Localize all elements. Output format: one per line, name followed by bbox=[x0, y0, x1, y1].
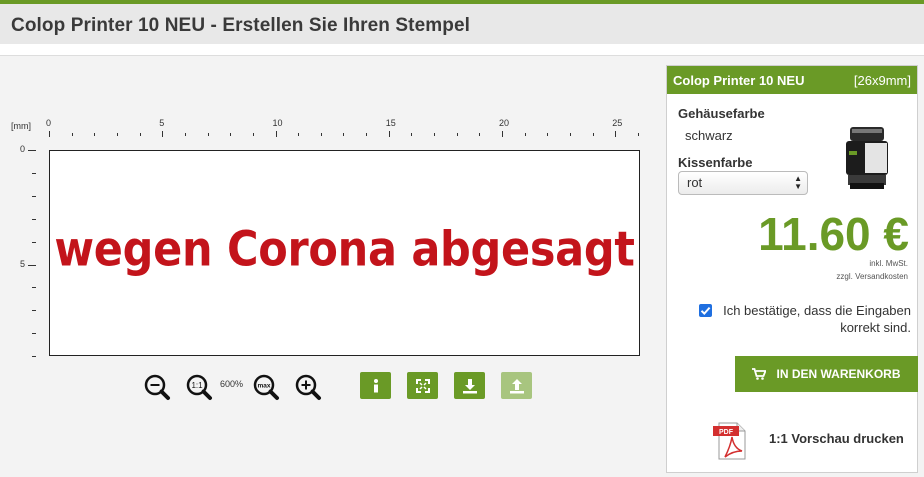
ruler-tick bbox=[275, 131, 277, 137]
ruler-tick bbox=[28, 264, 36, 266]
product-image bbox=[846, 127, 888, 189]
print-preview-link[interactable]: PDF 1:1 Vorschau drucken bbox=[713, 421, 913, 461]
info-icon bbox=[373, 378, 378, 392]
zoom-in-button[interactable] bbox=[294, 373, 322, 401]
upload-icon bbox=[509, 378, 524, 393]
ruler-tick bbox=[411, 133, 413, 136]
zoom-1-1-icon: 1:1 bbox=[186, 374, 212, 400]
ruler-tick bbox=[32, 195, 36, 197]
ruler-label: 15 bbox=[385, 118, 396, 128]
page-title: Colop Printer 10 NEU - Erstellen Sie Ihr… bbox=[11, 15, 471, 36]
ruler-tick bbox=[49, 131, 50, 137]
housing-color-value: schwarz bbox=[685, 128, 733, 143]
select-arrows-icon: ▲ ▼ bbox=[794, 174, 802, 191]
ruler-label: 5 bbox=[159, 118, 165, 128]
product-name: Colop Printer 10 NEU bbox=[673, 72, 805, 88]
ruler-tick bbox=[456, 133, 458, 136]
pad-color-selected: rot bbox=[687, 175, 703, 190]
ruler-label: 0 bbox=[46, 118, 52, 128]
ruler-tick bbox=[320, 133, 322, 136]
ruler-label: 0 bbox=[20, 144, 26, 154]
zoom-max-label: max bbox=[257, 383, 270, 390]
ruler-tick bbox=[637, 133, 639, 136]
ruler-tick bbox=[592, 133, 594, 136]
ruler-label: 10 bbox=[272, 118, 283, 128]
stamp-text-line[interactable]: wegen Corona abgesagt bbox=[50, 222, 639, 278]
pad-color-label: Kissenfarbe bbox=[678, 155, 753, 170]
page-header: Colop Printer 10 NEU - Erstellen Sie Ihr… bbox=[0, 0, 924, 44]
ruler-tick bbox=[298, 133, 300, 136]
cart-icon bbox=[752, 368, 767, 380]
zoom-in-icon bbox=[295, 374, 321, 400]
zoom-1-1-label: 1:1 bbox=[191, 381, 203, 390]
download-icon bbox=[462, 378, 477, 393]
add-to-cart-label: IN DEN WARENKORB bbox=[776, 367, 901, 381]
ruler-tick bbox=[32, 241, 36, 243]
ruler-tick bbox=[502, 131, 503, 137]
add-to-cart-button[interactable]: IN DEN WARENKORB bbox=[735, 356, 918, 392]
ruler-tick bbox=[569, 133, 571, 136]
ruler-tick bbox=[32, 218, 36, 220]
ruler-tick bbox=[32, 333, 36, 335]
print-preview-label: 1:1 Vorschau drucken bbox=[769, 431, 904, 446]
stamp-canvas[interactable]: wegen Corona abgesagt bbox=[49, 150, 640, 356]
ruler-tick bbox=[434, 133, 436, 136]
zoom-max-icon: max bbox=[253, 374, 279, 400]
ruler-tick bbox=[71, 133, 73, 136]
ruler-tick bbox=[388, 131, 390, 137]
ruler-tick bbox=[28, 150, 36, 151]
ruler-tick bbox=[32, 310, 36, 312]
ruler-tick bbox=[32, 356, 36, 358]
price: 11.60 € bbox=[758, 208, 909, 260]
ruler-tick bbox=[615, 131, 617, 137]
ruler-label: 5 bbox=[20, 258, 26, 269]
shipping-note: zzgl. Versandkosten bbox=[836, 272, 908, 281]
ruler-tick bbox=[94, 133, 96, 136]
pad-color-select[interactable]: rot ▲ ▼ bbox=[678, 171, 808, 195]
zoom-out-icon bbox=[144, 374, 170, 400]
fullscreen-button[interactable] bbox=[407, 372, 438, 399]
zoom-out-button[interactable] bbox=[143, 373, 171, 401]
product-size: [26x9mm] bbox=[853, 72, 911, 88]
ruler-tick bbox=[252, 133, 254, 136]
zoom-1-1-button[interactable]: 1:1 bbox=[185, 373, 213, 401]
ruler-tick bbox=[366, 133, 368, 136]
ruler-label: 20 bbox=[499, 118, 510, 128]
info-button[interactable] bbox=[360, 372, 391, 399]
ruler-tick bbox=[524, 133, 526, 136]
fullscreen-icon bbox=[415, 378, 430, 393]
ruler-tick bbox=[162, 131, 164, 137]
ruler-tick bbox=[116, 133, 118, 136]
download-button[interactable] bbox=[454, 372, 485, 399]
confirm-text: Ich bestätige, dass die Eingaben korrekt… bbox=[723, 303, 911, 335]
tax-note: inkl. MwSt. bbox=[869, 259, 908, 268]
panel-header: Colop Printer 10 NEU [26x9mm] bbox=[667, 66, 917, 94]
ruler-tick bbox=[32, 172, 36, 174]
ruler-tick bbox=[184, 133, 186, 136]
ruler-tick bbox=[230, 133, 232, 136]
ruler-tick bbox=[479, 133, 481, 136]
upload-button[interactable] bbox=[501, 372, 532, 399]
product-panel: Colop Printer 10 NEU [26x9mm] Gehäusefar… bbox=[666, 65, 918, 473]
ruler-tick bbox=[343, 133, 345, 136]
zoom-percent: 600% bbox=[220, 379, 244, 389]
ruler-tick bbox=[139, 133, 141, 136]
pdf-icon: PDF bbox=[713, 422, 746, 460]
ruler-unit: [mm] bbox=[11, 121, 31, 131]
ruler-tick bbox=[547, 133, 549, 136]
zoom-max-button[interactable]: max bbox=[252, 373, 280, 401]
ruler-label: 25 bbox=[612, 118, 623, 128]
ruler-tick bbox=[207, 133, 209, 136]
ruler-tick bbox=[32, 287, 36, 289]
housing-color-label: Gehäusefarbe bbox=[678, 106, 765, 121]
svg-text:PDF: PDF bbox=[719, 429, 734, 436]
